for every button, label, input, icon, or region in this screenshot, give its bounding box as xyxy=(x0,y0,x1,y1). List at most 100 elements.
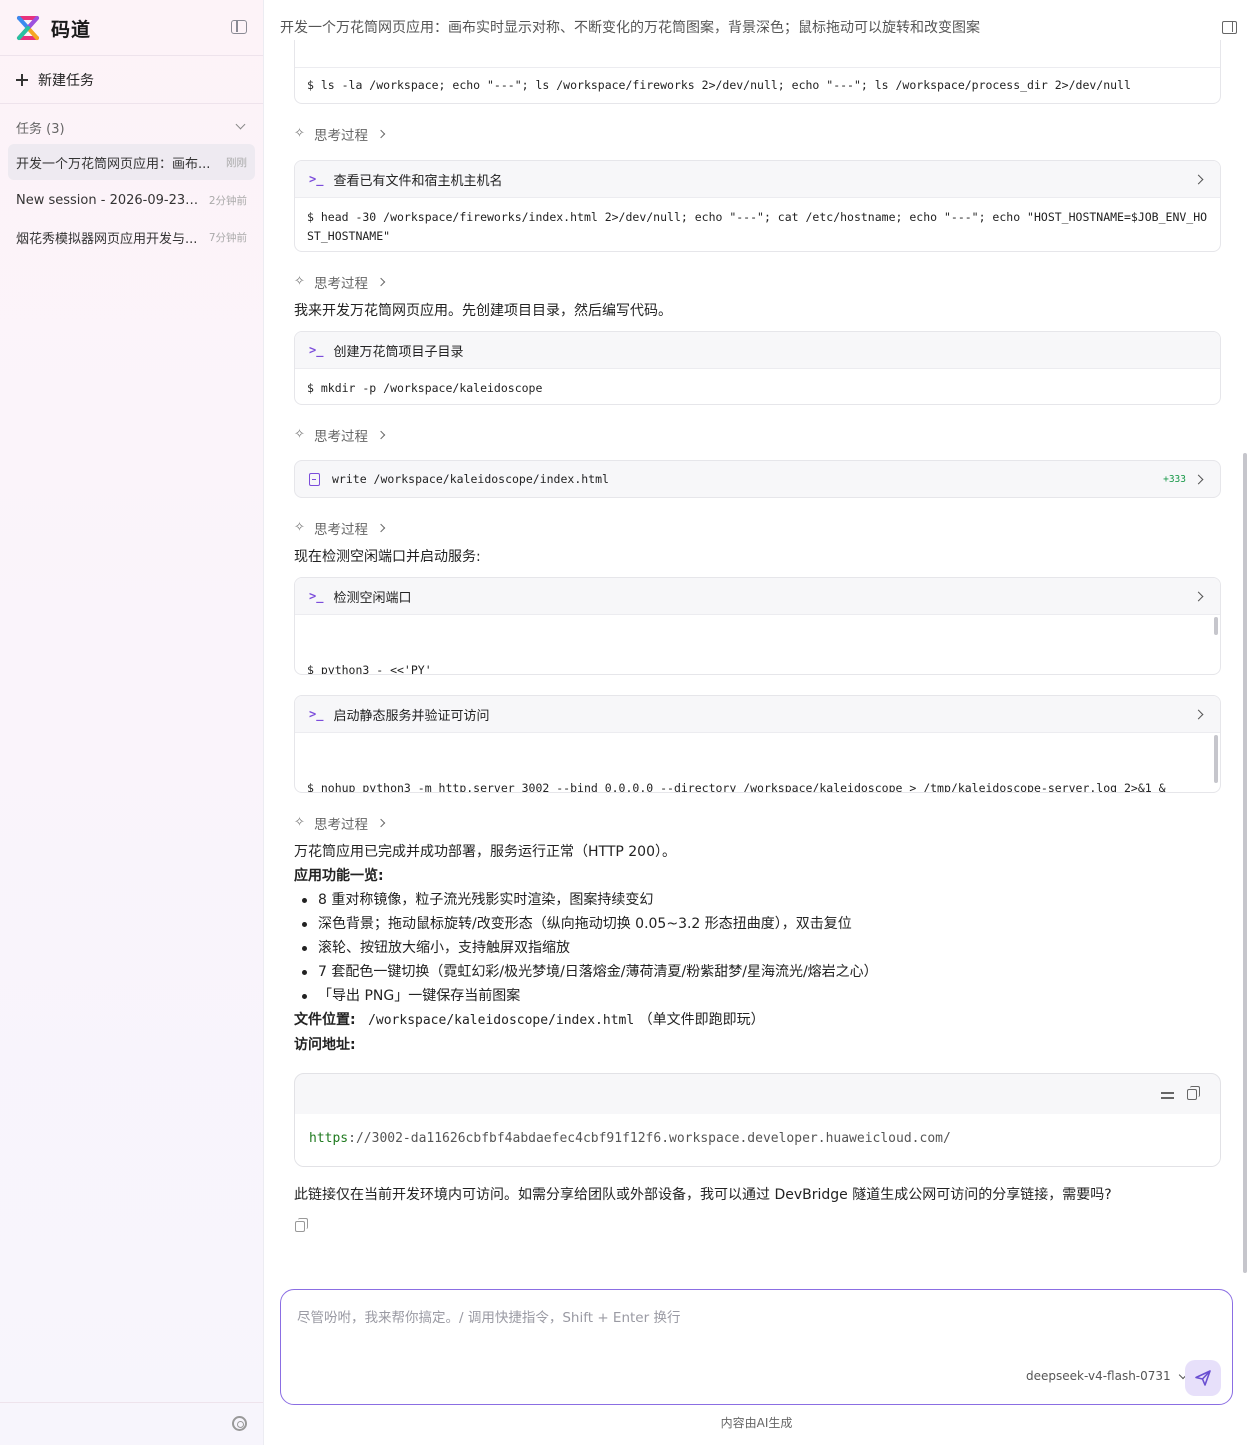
tool-command-scroll[interactable]: $ nohup python3 -m http.server 3002 --bi… xyxy=(295,733,1220,793)
tool-title: 启动静态服务并验证可访问 xyxy=(333,708,490,724)
file-edit-icon xyxy=(309,472,320,486)
composer: deepseek-v4-flash-0731 xyxy=(280,1289,1233,1405)
task-item[interactable]: 开发一个万花筒网页应用：画布... 刚刚 xyxy=(8,144,255,180)
list-item: 「导出 PNG」一键保存当前图案 xyxy=(294,984,878,1008)
sparkle-icon: ✧ xyxy=(294,815,305,830)
task-time: 2分钟前 xyxy=(208,194,247,207)
chevron-right-icon xyxy=(376,129,386,139)
tasks-header: 任务 (3) xyxy=(16,121,65,137)
url-label: 访问地址: xyxy=(294,1037,356,1053)
assistant-message: 我来开发万花筒网页应用。先创建项目目录，然后编写代码。 xyxy=(294,303,672,319)
message-input[interactable] xyxy=(297,1306,1197,1330)
thinking-label: 思考过程 xyxy=(314,276,368,292)
diff-count: +333 xyxy=(1163,474,1186,485)
send-icon xyxy=(1195,1370,1211,1386)
tasks-section-toggle[interactable]: 任务 (3) xyxy=(16,118,248,137)
chevron-down-icon xyxy=(235,119,246,130)
model-name: deepseek-v4-flash-0731 xyxy=(1026,1369,1171,1383)
brand: 码道 xyxy=(14,13,91,43)
task-item[interactable]: 烟花秀模拟器网页应用开发与... 7分钟前 xyxy=(8,219,255,255)
thinking-toggle[interactable]: ✧ 思考过程 xyxy=(294,814,386,833)
plus-icon xyxy=(16,74,28,86)
terminal-icon: >_ xyxy=(309,707,324,721)
file-note: （单文件即跑即玩） xyxy=(638,1012,765,1028)
thinking-label: 思考过程 xyxy=(314,128,368,144)
task-title: New session - 2026-09-23T02:... xyxy=(16,192,203,208)
chevron-right-icon xyxy=(376,277,386,287)
file-location: 文件位置: /workspace/kaleidoscope/index.html… xyxy=(294,1008,765,1033)
tool-title: 创建万花筒项目子目录 xyxy=(333,344,464,360)
tool-card-head xyxy=(295,40,1220,68)
chevron-right-icon xyxy=(1193,709,1204,720)
tool-card: >_ 检测空闲端口 $ python3 - <<'PY' import sock… xyxy=(294,577,1221,675)
chevron-right-icon xyxy=(1193,174,1204,185)
send-button[interactable] xyxy=(1185,1360,1221,1396)
terminal-icon: >_ xyxy=(309,172,324,186)
list-item: 7 套配色一键切换（霓虹幻彩/极光梦境/日落熔金/薄荷清夏/粉紫甜梦/星海流光/… xyxy=(294,960,878,984)
sparkle-icon: ✧ xyxy=(294,427,305,442)
closing-message: 此链接仅在当前开发环境内可访问。如需分享给团队或外部设备，我可以通过 DevBr… xyxy=(294,1187,1112,1203)
terminal-icon: >_ xyxy=(309,589,324,603)
tool-command: $ ls -la /workspace; echo "---"; ls /wor… xyxy=(307,78,1131,92)
list-item: 深色背景；拖动鼠标旋转/改变形态（纵向拖动切换 0.05~3.2 形态扭曲度），… xyxy=(294,912,878,936)
new-task-label: 新建任务 xyxy=(38,73,94,89)
app-name: 码道 xyxy=(51,18,92,41)
features-list: 8 重对称镜像，粒子流光残影实时渲染，图案持续变幻 深色背景；拖动鼠标旋转/改变… xyxy=(294,888,878,1008)
tool-card-header[interactable]: >_ 检测空闲端口 xyxy=(295,578,1220,615)
tool-command: $ nohup python3 -m http.server 3002 --bi… xyxy=(307,781,1166,793)
divider xyxy=(0,55,263,56)
settings-gear-icon[interactable] xyxy=(232,1416,247,1431)
tool-command: $ head -30 /workspace/fireworks/index.ht… xyxy=(307,210,1208,243)
model-selector[interactable]: deepseek-v4-flash-0731 xyxy=(1026,1369,1187,1383)
list-item: 8 重对称镜像，粒子流光残影实时渲染，图案持续变幻 xyxy=(294,888,878,912)
chevron-right-icon xyxy=(1193,474,1204,485)
thinking-label: 思考过程 xyxy=(314,522,368,538)
tool-command: $ python3 - <<'PY' import socket for por… xyxy=(307,663,432,675)
thinking-toggle[interactable]: ✧ 思考过程 xyxy=(294,125,386,144)
sidebar-toggle-icon[interactable] xyxy=(231,20,247,34)
write-path: write /workspace/kaleidoscope/index.html xyxy=(332,472,609,486)
task-item[interactable]: New session - 2026-09-23T02:... 2分钟前 xyxy=(8,182,255,218)
copy-message-icon[interactable] xyxy=(295,1218,308,1232)
sparkle-icon: ✧ xyxy=(294,520,305,535)
inner-scrollbar[interactable] xyxy=(1214,735,1218,783)
terminal-icon: >_ xyxy=(309,343,324,357)
sparkle-icon: ✧ xyxy=(294,274,305,289)
tool-title: 查看已有文件和宿主机主机名 xyxy=(333,173,503,189)
tool-command: $ mkdir -p /workspace/kaleidoscope xyxy=(307,381,543,395)
task-title: 烟花秀模拟器网页应用开发与... xyxy=(16,231,198,247)
tool-card-header[interactable]: >_ 查看已有文件和宿主机主机名 xyxy=(295,161,1220,198)
thinking-toggle[interactable]: ✧ 思考过程 xyxy=(294,519,386,538)
chevron-right-icon xyxy=(376,430,386,440)
url-text[interactable]: https://3002-da11626cbfbf4abdaefec4cbf91… xyxy=(295,1114,1220,1166)
assistant-message: 现在检测空闲端口并启动服务: xyxy=(294,549,481,565)
chevron-right-icon xyxy=(376,818,386,828)
main-scrollbar[interactable] xyxy=(1243,453,1247,1273)
sparkle-icon: ✧ xyxy=(294,126,305,141)
sidebar: 码道 新建任务 任务 (3) 开发一个万花筒网页应用：画布... 刚刚 New … xyxy=(0,0,264,1445)
new-task-button[interactable]: 新建任务 xyxy=(16,70,94,90)
thinking-toggle[interactable]: ✧ 思考过程 xyxy=(294,426,386,445)
thinking-toggle[interactable]: ✧ 思考过程 xyxy=(294,273,386,292)
file-write-card[interactable]: write /workspace/kaleidoscope/index.html… xyxy=(294,460,1221,498)
copy-icon[interactable] xyxy=(1187,1086,1200,1100)
tool-card: >_ 查看已有文件和宿主机主机名 $ head -30 /workspace/f… xyxy=(294,160,1221,252)
thinking-label: 思考过程 xyxy=(314,817,368,833)
summary-intro: 万花筒应用已完成并成功部署，服务运行正常（HTTP 200）。 xyxy=(294,844,676,860)
file-path: /workspace/kaleidoscope/index.html xyxy=(368,1013,635,1028)
inner-scrollbar[interactable] xyxy=(1214,617,1218,635)
task-time: 刚刚 xyxy=(226,156,247,169)
url-rest: ://3002-da11626cbfbf4abdaefec4cbf91f12f6… xyxy=(348,1131,951,1146)
task-time: 7分钟前 xyxy=(208,231,247,244)
tool-card: >_ 启动静态服务并验证可访问 $ nohup python3 -m http.… xyxy=(294,695,1221,793)
tool-title: 检测空闲端口 xyxy=(333,590,412,606)
tool-card: >_ 创建万花筒项目子目录 $ mkdir -p /workspace/kale… xyxy=(294,331,1221,405)
url-code-block: https://3002-da11626cbfbf4abdaefec4cbf91… xyxy=(294,1073,1221,1167)
tool-card-header[interactable]: >_ 启动静态服务并验证可访问 xyxy=(295,696,1220,733)
tool-card-header[interactable]: >_ 创建万花筒项目子目录 xyxy=(295,332,1220,369)
panel-toggle-icon[interactable] xyxy=(1222,21,1237,34)
tool-command-scroll[interactable]: $ python3 - <<'PY' import socket for por… xyxy=(295,615,1220,675)
collapse-icon[interactable] xyxy=(1161,1088,1175,1102)
file-location-label: 文件位置: xyxy=(294,1012,356,1028)
features-heading: 应用功能一览: xyxy=(294,868,384,884)
